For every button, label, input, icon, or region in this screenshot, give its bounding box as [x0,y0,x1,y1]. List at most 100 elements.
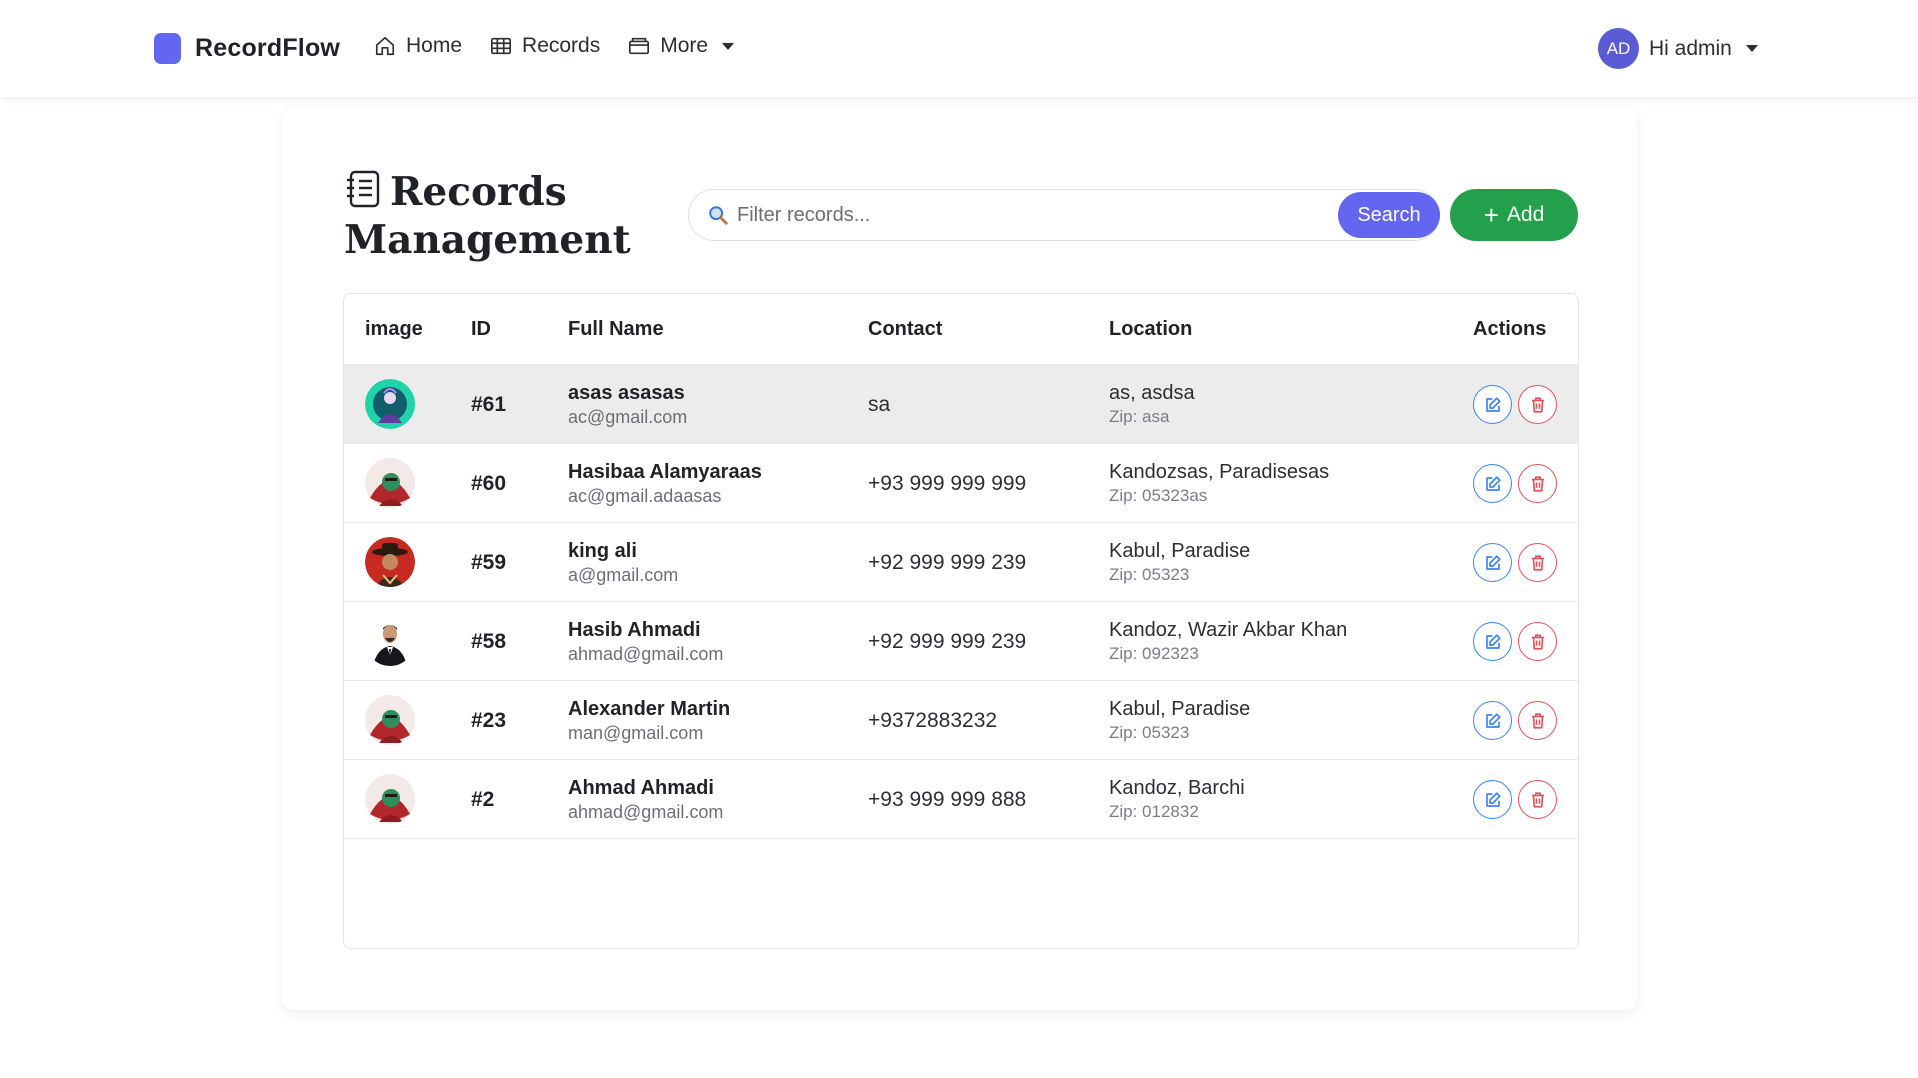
record-email: man@gmail.com [568,723,704,743]
table-row[interactable]: #23 Alexander Martin man@gmail.com +9372… [344,681,1578,760]
delete-button[interactable] [1518,385,1557,424]
record-email: ahmad@gmail.com [568,802,724,822]
nav-item-label: Records [522,34,601,57]
edit-icon [1485,791,1501,807]
suit-man-photo-avatar-image [365,616,415,666]
record-zip: Zip: 05323as [1109,486,1208,505]
trash-icon [1531,633,1544,650]
brand-logo-icon [154,33,181,64]
delete-button[interactable] [1518,543,1557,582]
record-id: #61 [471,393,507,416]
record-id: #60 [471,472,507,495]
record-id: #2 [471,788,495,811]
column-header-name[interactable]: Full Name [568,318,664,341]
search-input[interactable] [737,203,1317,227]
delete-button[interactable] [1518,701,1557,740]
trash-icon [1531,791,1544,808]
search-button[interactable]: Search [1338,192,1440,238]
record-zip: Zip: 012832 [1109,802,1199,821]
notebook-icon [347,170,380,208]
record-contact: +93 999 999 999 [868,472,1027,495]
edit-button[interactable] [1473,385,1512,424]
top-navbar: RecordFlow Home Records More AD Hi admin [0,0,1918,97]
record-email: a@gmail.com [568,565,679,585]
nav-item-home[interactable]: Home [374,34,462,58]
user-menu[interactable]: AD Hi admin [1598,28,1758,69]
avatar [365,695,415,745]
record-name: Hasib Ahmadi [568,619,701,641]
red-green-portrait-avatar-image [365,458,415,508]
user-greeting: Hi admin [1649,36,1732,60]
column-header-id[interactable]: ID [471,318,491,341]
trash-icon [1531,554,1544,571]
add-button-label: Add [1506,203,1545,226]
edit-button[interactable] [1473,543,1512,582]
record-location: Kabul, Paradise [1109,540,1251,562]
search-icon [709,206,728,225]
page-title-block: Records Management [344,168,644,264]
table-row[interactable]: #2 Ahmad Ahmadi ahmad@gmail.com +93 999 … [344,760,1578,839]
add-record-button[interactable]: + Add [1450,189,1578,241]
delete-button[interactable] [1518,464,1557,503]
chevron-down-icon [722,42,735,50]
record-location: as, asdsa [1109,382,1195,404]
record-id: #58 [471,630,507,653]
table-row[interactable]: #60 Hasibaa Alamyaraas ac@gmail.adaasas … [344,444,1578,523]
page-title: Records Management [344,168,644,264]
column-header-location[interactable]: Location [1109,318,1192,341]
nav-item-label: More [660,34,709,57]
edit-button[interactable] [1473,622,1512,661]
delete-button[interactable] [1518,622,1557,661]
red-green-portrait-avatar-image [365,774,415,824]
red-green-portrait-avatar-image [365,695,415,745]
record-zip: Zip: asa [1109,407,1170,426]
folder-icon [629,37,650,55]
page-title-line1: Records [390,169,567,215]
record-location: Kandoz, Wazir Akbar Khan [1109,619,1348,641]
search-box [688,189,1440,241]
edit-icon [1485,396,1501,412]
record-name: king ali [568,540,637,562]
avatar [365,774,415,824]
nav-item-records[interactable]: Records [490,34,600,58]
column-header-contact[interactable]: Contact [868,318,942,341]
record-zip: Zip: 05323 [1109,723,1190,742]
column-header-actions: Actions [1473,318,1547,340]
record-contact: +93 999 999 888 [868,788,1027,811]
cowboy-portrait-avatar-image [365,537,415,587]
record-location: Kabul, Paradise [1109,698,1251,720]
record-location: Kandoz, Barchi [1109,777,1245,799]
edit-button[interactable] [1473,780,1512,819]
table-row[interactable]: #58 Hasib Ahmadi ahmad@gmail.com +92 999… [344,602,1578,681]
trash-icon [1531,475,1544,492]
column-header-image[interactable]: image [365,318,423,341]
table-row[interactable]: #61 asas asasas ac@gmail.com sa as, asds… [344,365,1578,444]
record-id: #59 [471,551,507,574]
record-id: #23 [471,709,507,732]
record-email: ac@gmail.com [568,407,688,427]
brand-name: RecordFlow [195,34,341,62]
records-table: image ID Full Name Contact Location Acti… [343,293,1579,949]
nav-item-more[interactable]: More [628,34,735,58]
nav-item-label: Home [406,34,463,57]
avatar [365,458,415,508]
record-contact: +92 999 999 239 [868,630,1027,653]
chevron-down-icon [1745,45,1758,52]
page-title-line2: Management [344,217,631,263]
table-row[interactable]: #59 king ali a@gmail.com +92 999 999 239… [344,523,1578,602]
avatar: AD [1598,28,1639,69]
record-email: ahmad@gmail.com [568,644,724,664]
record-contact: +9372883232 [868,709,998,732]
delete-button[interactable] [1518,780,1557,819]
edit-button[interactable] [1473,701,1512,740]
teal-person-avatar-image [365,379,415,429]
nav-links: Home Records More [374,34,735,58]
edit-button[interactable] [1473,464,1512,503]
record-contact: +92 999 999 239 [868,551,1027,574]
record-name: Alexander Martin [568,698,731,720]
plus-icon: + [1483,200,1499,230]
record-zip: Zip: 092323 [1109,644,1199,663]
brand[interactable]: RecordFlow [154,33,340,64]
record-zip: Zip: 05323 [1109,565,1190,584]
trash-icon [1531,712,1544,729]
